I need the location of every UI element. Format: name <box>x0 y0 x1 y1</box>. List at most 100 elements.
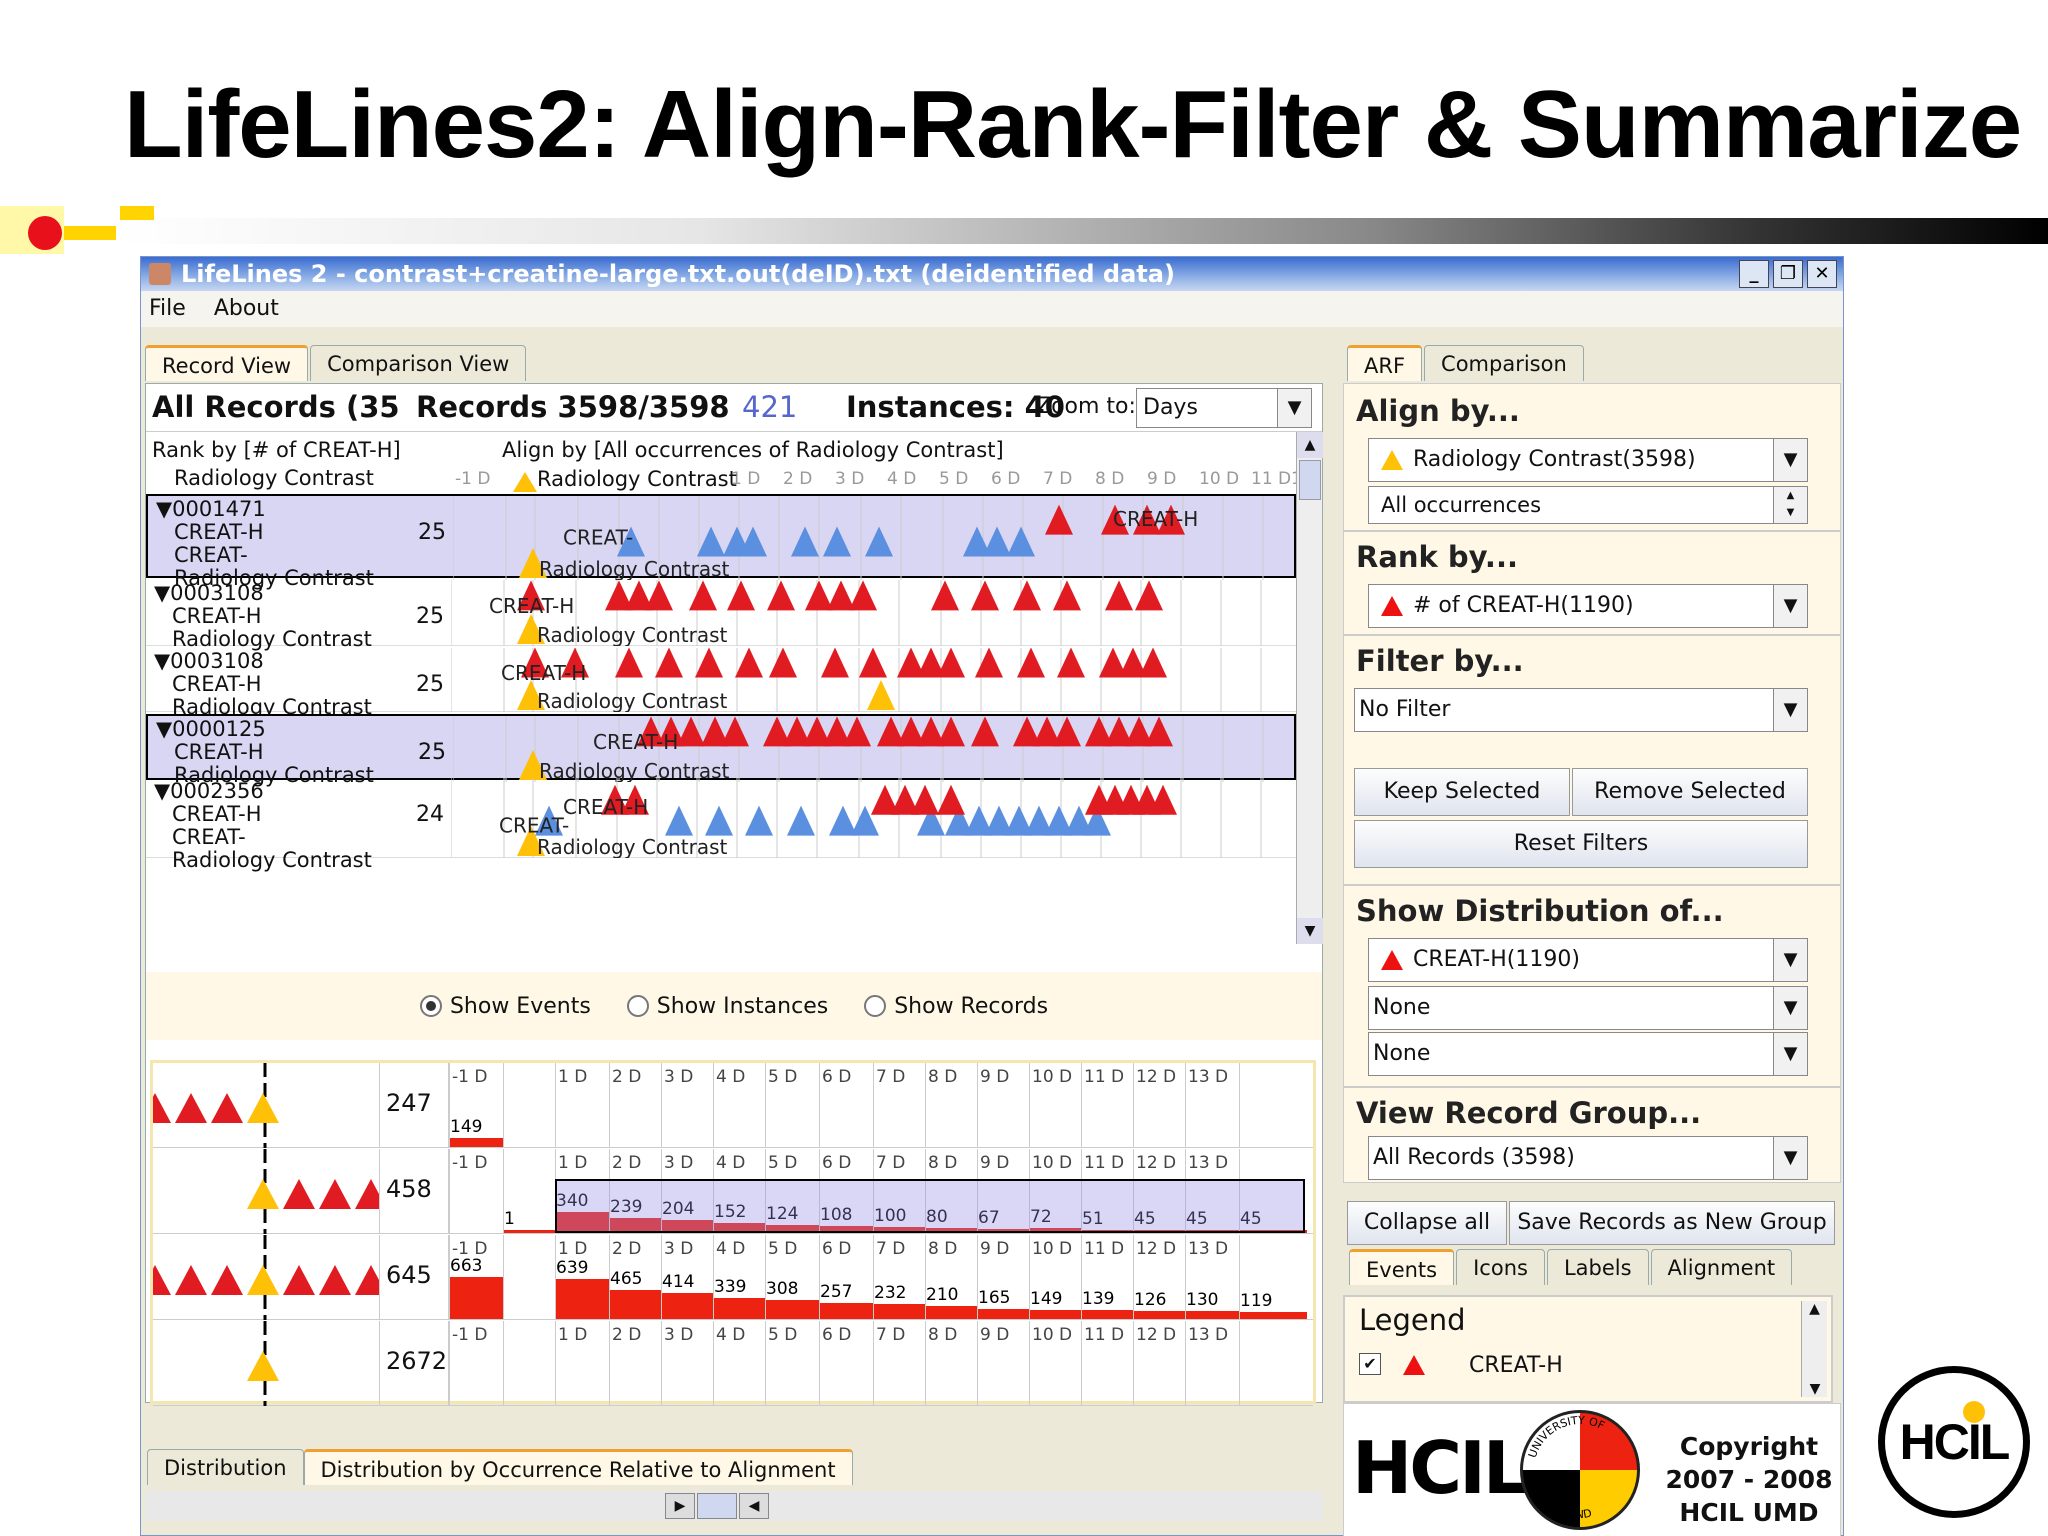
event-red-icon[interactable] <box>645 580 673 611</box>
distribution-select-2[interactable]: None ▼ <box>1368 986 1808 1030</box>
distribution-bin[interactable]: 119 <box>1239 1235 1307 1319</box>
event-blue-icon[interactable] <box>1007 526 1035 557</box>
zoom-select[interactable]: Days ▼ <box>1136 388 1312 428</box>
bin-selection-box[interactable] <box>555 1179 1305 1233</box>
rank-select[interactable]: # of CREAT-H(1190) ▼ <box>1368 584 1808 628</box>
distribution-bin[interactable]: 8 D <box>925 1063 977 1147</box>
spinner-icon[interactable]: ▲ ▼ <box>1773 487 1807 523</box>
record-row[interactable]: ▼0002356 CREAT-H CREAT- Radiology Contrast 2… <box>146 778 1296 872</box>
distribution-bin[interactable] <box>1239 1321 1307 1405</box>
legend-scrollbar[interactable]: ▲ ▼ <box>1801 1301 1827 1397</box>
show-instances-radio[interactable]: Show Instances <box>626 994 828 1019</box>
event-red-icon[interactable] <box>805 580 833 611</box>
event-red-icon[interactable] <box>1135 580 1163 611</box>
event-blue-icon[interactable] <box>705 805 733 836</box>
tab-distribution-by-occurrence[interactable]: Distribution by Occurrence Relative to A… <box>303 1449 853 1485</box>
event-red-icon[interactable] <box>769 647 797 678</box>
distribution-select[interactable]: CREAT-H(1190) ▼ <box>1368 938 1808 982</box>
distribution-bin[interactable] <box>503 1235 555 1319</box>
event-red-icon[interactable] <box>1105 580 1133 611</box>
distribution-bin[interactable]: 6 D <box>819 1063 873 1147</box>
scroll-thumb-h[interactable] <box>697 1493 737 1519</box>
distribution-bin[interactable]: 9 D 165 <box>977 1235 1029 1319</box>
distribution-bin[interactable]: 3 D 414 <box>661 1235 713 1319</box>
menu-file[interactable]: File <box>149 291 186 327</box>
distribution-row[interactable]: 458 -1 D11 D 340 2 D 239 3 D 204 4 D 152 5 D 124 6 … <box>153 1149 1313 1234</box>
distribution-bin[interactable]: 8 D <box>925 1321 977 1405</box>
event-blue-icon[interactable] <box>983 526 1011 557</box>
distribution-bin[interactable]: 3 D <box>661 1063 713 1147</box>
distribution-bin[interactable] <box>1239 1063 1307 1147</box>
reset-filters-button[interactable]: Reset Filters <box>1354 820 1808 868</box>
chevron-down-icon[interactable]: ▼ <box>1773 689 1807 731</box>
distribution-select-3[interactable]: None ▼ <box>1368 1032 1808 1076</box>
distribution-bin[interactable]: 11 D <box>1081 1321 1133 1405</box>
scroll-down-icon[interactable]: ▼ <box>1297 918 1323 944</box>
chevron-down-icon[interactable]: ▼ <box>1773 585 1807 627</box>
tab-events[interactable]: Events <box>1349 1249 1455 1285</box>
event-red-icon[interactable] <box>1139 647 1167 678</box>
chevron-down-icon[interactable]: ▼ <box>1773 439 1807 481</box>
record-row[interactable]: ▼0001471 CREAT-H CREAT- Radiology Contrast 2… <box>146 494 1296 590</box>
record-timeline[interactable]: CREAT-H Radiology Contrast <box>450 580 1296 647</box>
event-red-icon[interactable] <box>937 716 965 747</box>
chevron-down-icon[interactable]: ▼ <box>1773 939 1807 981</box>
scroll-right-icon[interactable]: ▶ <box>665 1493 695 1519</box>
scroll-thumb[interactable] <box>1299 460 1321 500</box>
event-red-icon[interactable] <box>821 647 849 678</box>
event-red-icon[interactable] <box>971 716 999 747</box>
distribution-bin[interactable]: 10 D <box>1029 1321 1081 1405</box>
distribution-row[interactable]: 247 -1 D 149 1 D 2 D 3 D 4 D 5 D 6 D 7 D 8 D 9 D 10 … <box>139 1063 1313 1148</box>
record-timeline[interactable]: CREAT-H Radiology Contrast <box>450 647 1296 713</box>
event-red-icon[interactable] <box>931 580 959 611</box>
event-red-icon[interactable] <box>1053 716 1081 747</box>
legend-checkbox[interactable]: ✔ <box>1359 1353 1381 1375</box>
distribution-bin[interactable]: 10 D <box>1029 1063 1081 1147</box>
event-red-icon[interactable] <box>1145 716 1173 747</box>
record-row[interactable]: ▼0000125 CREAT-H Radiology Contrast 25 CREAT… <box>146 714 1296 787</box>
collapse-triangle-icon[interactable]: ▼ <box>156 717 172 741</box>
distribution-bin[interactable]: 8 D 210 <box>925 1235 977 1319</box>
event-red-icon[interactable] <box>1053 580 1081 611</box>
event-red-icon[interactable] <box>849 580 877 611</box>
distribution-bin[interactable]: 6 D 257 <box>819 1235 873 1319</box>
event-blue-icon[interactable] <box>787 805 815 836</box>
distribution-bin[interactable]: 13 D <box>1185 1321 1239 1405</box>
event-red-icon[interactable] <box>655 647 683 678</box>
filter-select[interactable]: No Filter ▼ <box>1354 688 1808 732</box>
distribution-bin[interactable]: 12 D <box>1133 1063 1185 1147</box>
tab-comparison-view[interactable]: Comparison View <box>310 345 527 381</box>
chevron-down-icon[interactable]: ▼ <box>1277 389 1311 427</box>
distribution-bin[interactable]: 5 D <box>765 1321 819 1405</box>
event-blue-icon[interactable] <box>791 526 819 557</box>
event-red-icon[interactable] <box>1013 580 1041 611</box>
event-red-icon[interactable] <box>827 580 855 611</box>
remove-selected-button[interactable]: Remove Selected <box>1572 768 1808 816</box>
minimize-button[interactable]: _ <box>1739 260 1769 288</box>
distribution-bin[interactable]: 5 D 308 <box>765 1235 819 1319</box>
distribution-bin[interactable]: 3 D <box>661 1321 713 1405</box>
distribution-bin[interactable]: -1 D 149 <box>449 1063 503 1147</box>
tab-record-view[interactable]: Record View <box>145 345 309 381</box>
event-red-icon[interactable] <box>735 647 763 678</box>
collapse-triangle-icon[interactable]: ▼ <box>154 649 170 673</box>
distribution-bin[interactable]: 7 D <box>873 1063 925 1147</box>
event-red-icon[interactable] <box>975 647 1003 678</box>
event-red-icon[interactable] <box>971 580 999 611</box>
distribution-bin[interactable] <box>503 1321 555 1405</box>
distribution-bin[interactable]: 12 D 126 <box>1133 1235 1185 1319</box>
event-red-icon[interactable] <box>695 647 723 678</box>
record-timeline[interactable]: CREAT- Radiology Contrast CREAT-H <box>452 496 1296 581</box>
event-red-icon[interactable] <box>859 647 887 678</box>
distribution-bin[interactable]: 4 D <box>713 1321 765 1405</box>
chevron-down-icon[interactable]: ▼ <box>1773 1137 1807 1179</box>
event-red-icon[interactable] <box>727 580 755 611</box>
distribution-bin[interactable]: 6 D <box>819 1321 873 1405</box>
keep-selected-button[interactable]: Keep Selected <box>1354 768 1570 816</box>
event-red-icon[interactable] <box>911 784 939 815</box>
event-blue-icon[interactable] <box>829 805 857 836</box>
distribution-bin[interactable]: 1 <box>503 1149 555 1233</box>
event-red-icon[interactable] <box>721 716 749 747</box>
tab-alignment[interactable]: Alignment <box>1650 1249 1793 1285</box>
distribution-bin[interactable]: 4 D <box>713 1063 765 1147</box>
